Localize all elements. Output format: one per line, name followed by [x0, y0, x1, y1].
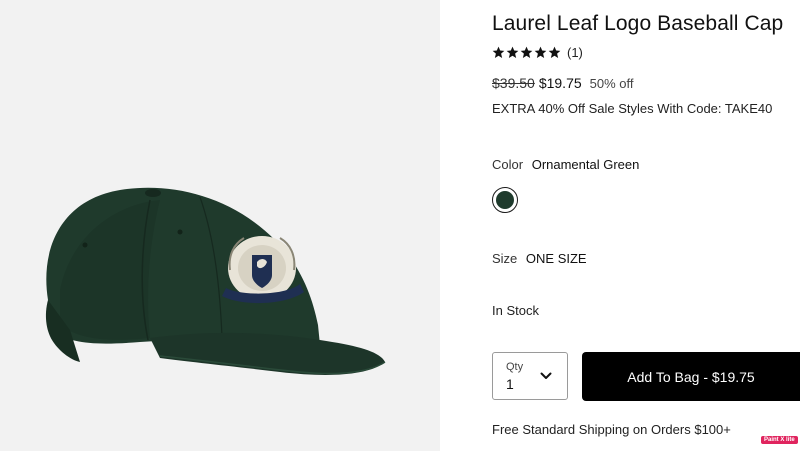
- color-label: Color: [492, 157, 524, 172]
- shipping-info: Free Standard Shipping on Orders $100+: [492, 422, 731, 437]
- qty-value: 1: [506, 376, 514, 392]
- review-count[interactable]: (1): [567, 45, 583, 60]
- price-row: $39.50 $19.75 50% off: [492, 75, 634, 91]
- color-row: Color Ornamental Green: [492, 157, 639, 172]
- size-label: Size: [492, 251, 518, 266]
- chevron-down-icon: [540, 372, 552, 379]
- promo-text: EXTRA 40% Off Sale Styles With Code: TAK…: [492, 101, 773, 116]
- discount-label: 50% off: [589, 76, 634, 91]
- star-rating: [492, 46, 561, 59]
- qty-label: Qty: [506, 361, 524, 373]
- stock-status: In Stock: [492, 303, 539, 318]
- product-image: [0, 0, 440, 451]
- sale-price: $19.75: [538, 75, 582, 91]
- star-icon: [520, 46, 533, 59]
- star-icon: [492, 46, 505, 59]
- quantity-select[interactable]: Qty 1: [492, 352, 568, 400]
- color-value: Ornamental Green: [531, 157, 640, 172]
- add-to-bag-button[interactable]: Add To Bag - $19.75: [582, 352, 800, 401]
- size-value: ONE SIZE: [525, 251, 587, 266]
- swatch-fill: [496, 191, 514, 209]
- rating[interactable]: (1): [492, 45, 583, 60]
- star-icon: [548, 46, 561, 59]
- product-title: Laurel Leaf Logo Baseball Cap: [492, 12, 784, 35]
- star-icon: [534, 46, 547, 59]
- cap-illustration: [45, 187, 386, 375]
- extension-badge[interactable]: Paint X lite: [761, 436, 798, 444]
- crest-logo-patch: [222, 236, 304, 304]
- original-price: $39.50: [492, 75, 535, 91]
- star-icon: [506, 46, 519, 59]
- product-details: Laurel Leaf Logo Baseball Cap (1) $39.50…: [492, 0, 800, 451]
- size-row: Size ONE SIZE: [492, 251, 587, 266]
- color-swatch-ornamental-green[interactable]: [492, 187, 518, 213]
